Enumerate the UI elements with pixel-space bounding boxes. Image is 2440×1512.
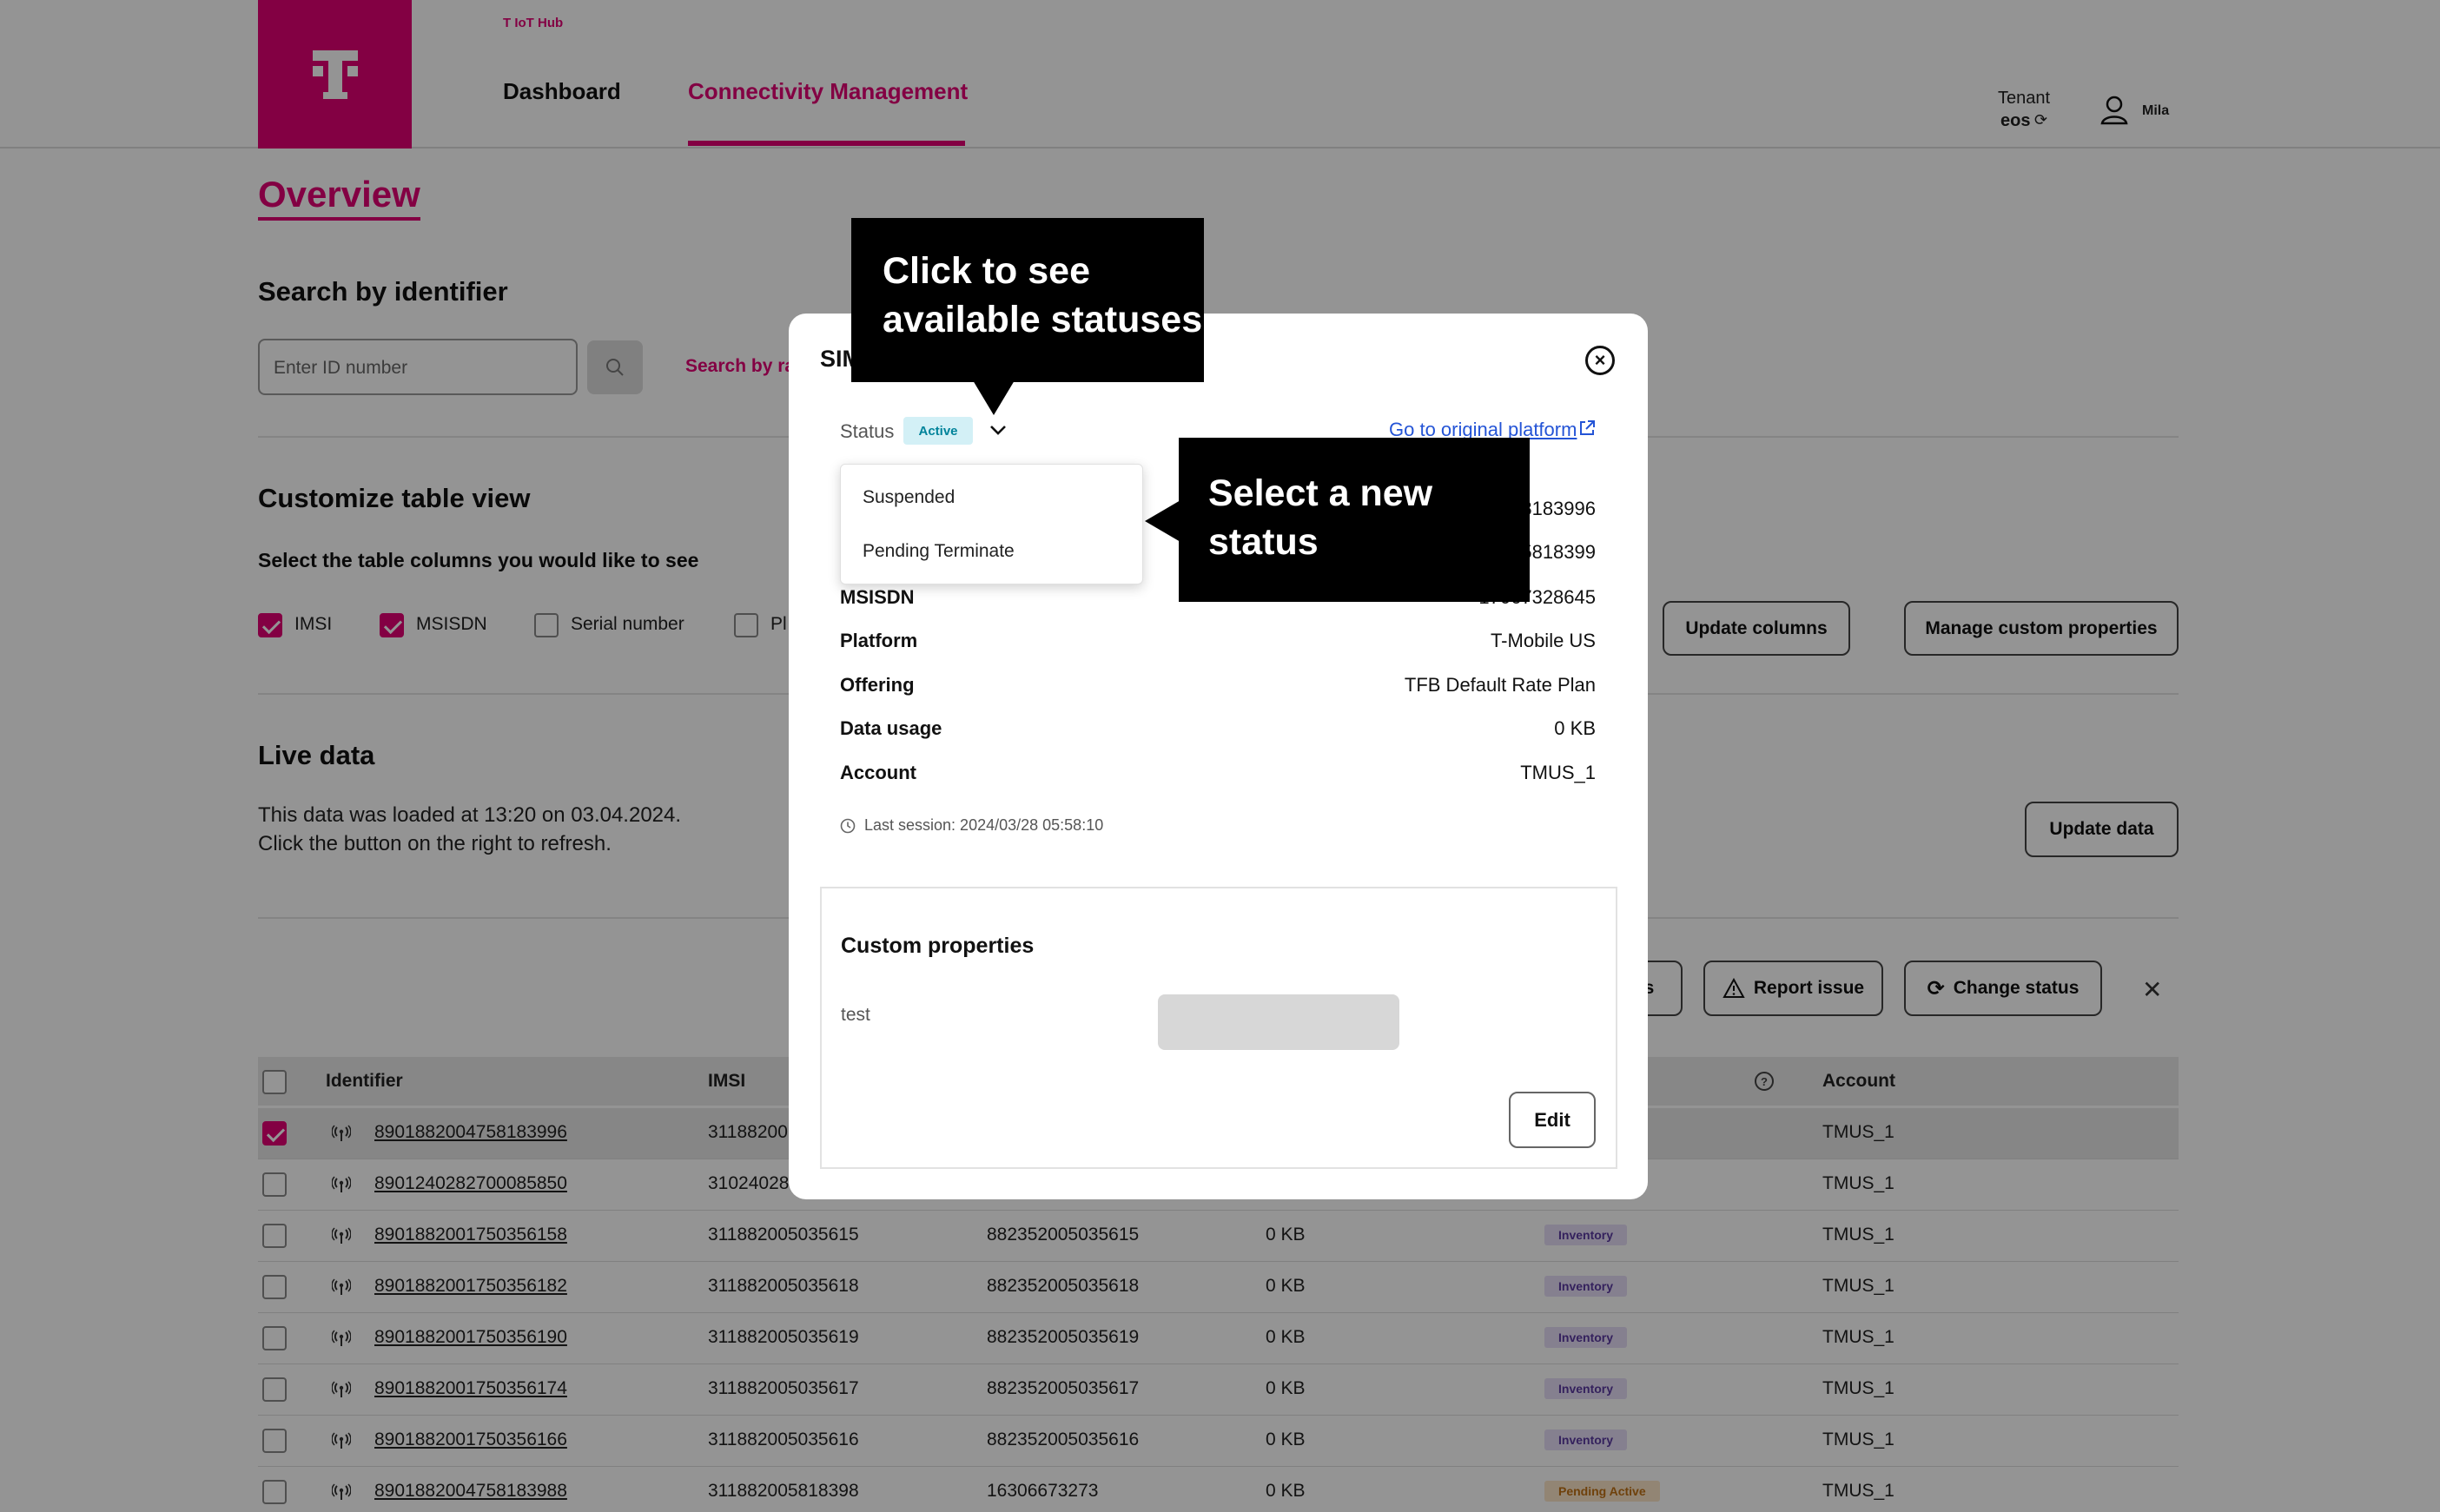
custom-property-value-field[interactable]: [1158, 994, 1399, 1050]
status-badge[interactable]: Active: [903, 417, 973, 445]
data-usage-value: 0 KB: [1554, 717, 1596, 739]
custom-property-key: test: [841, 1005, 870, 1025]
status-option-suspended[interactable]: Suspended: [863, 487, 955, 508]
callout-right-line2: status: [1208, 521, 1319, 563]
status-dropdown-menu: Suspended Pending Terminate: [840, 464, 1143, 584]
msisdn-label: MSISDN: [840, 586, 915, 608]
callout-available-statuses: Click to see available statuses: [851, 218, 1204, 382]
callout-top-pointer: [973, 380, 1015, 415]
status-label: Status: [840, 420, 895, 442]
sim-identifier-value: 8183996: [1521, 498, 1596, 519]
account-value: TMUS_1: [1520, 762, 1596, 783]
data-usage-label: Data usage: [840, 717, 942, 739]
callout-top-line1: Click to see: [883, 250, 1090, 292]
custom-properties-title: Custom properties: [841, 934, 1035, 958]
offering-value: TFB Default Rate Plan: [1404, 674, 1596, 696]
platform-value: T-Mobile US: [1490, 630, 1596, 651]
edit-custom-properties-button[interactable]: Edit: [1509, 1092, 1596, 1148]
last-session: Last session: 2024/03/28 05:58:10: [840, 816, 1103, 835]
callout-top-line2: available statuses: [883, 299, 1203, 340]
clock-icon: [840, 818, 856, 833]
offering-label: Offering: [840, 674, 915, 696]
close-modal-icon[interactable]: ×: [1585, 346, 1615, 375]
status-option-pending-terminate[interactable]: Pending Terminate: [863, 541, 1015, 562]
callout-right-line1: Select a new: [1208, 472, 1433, 514]
account-label: Account: [840, 762, 916, 783]
external-link-icon[interactable]: [1577, 419, 1597, 438]
callout-right-pointer: [1145, 500, 1180, 542]
platform-label: Platform: [840, 630, 918, 651]
sim-imsi-value: 5818399: [1521, 541, 1596, 563]
chevron-down-icon[interactable]: [987, 419, 1009, 441]
last-session-text: Last session: 2024/03/28 05:58:10: [864, 816, 1104, 834]
callout-select-new-status: Select a new status: [1179, 438, 1530, 602]
